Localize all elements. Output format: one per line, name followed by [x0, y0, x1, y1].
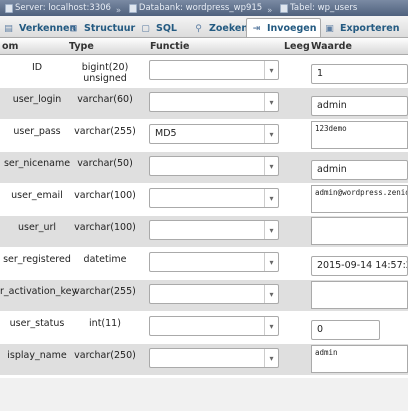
- chevron-down-icon[interactable]: ▾: [264, 349, 278, 367]
- breadcrumb: Server: localhost:3306 » Databank: wordp…: [0, 0, 408, 16]
- column-header-value: Waarde: [311, 41, 352, 52]
- field-type: varchar(255): [74, 126, 136, 137]
- field-type: datetime: [83, 254, 127, 265]
- tab-label[interactable]: Invoegen: [267, 23, 316, 34]
- browse-icon: ▤: [4, 23, 13, 34]
- structure-icon: ⊞: [69, 23, 78, 34]
- table-row: user_url varchar(100) ▾: [0, 216, 408, 248]
- insert-icon: ⇥: [252, 23, 261, 34]
- tab-bar: ▤ Verkennen ⊞ Structuur ▢ SQL ⚲ Zoeken ⇥…: [0, 16, 408, 38]
- chevron-down-icon[interactable]: ▾: [264, 285, 278, 303]
- function-select[interactable]: ▾: [149, 156, 279, 176]
- field-type: varchar(100): [74, 190, 136, 201]
- search-icon: ⚲: [195, 23, 202, 34]
- function-select[interactable]: ▾: [149, 220, 279, 240]
- table-row: ID bigint(20) unsigned ▾ 1: [0, 56, 408, 88]
- field-type: varchar(60): [77, 94, 133, 105]
- sql-icon: ▢: [141, 23, 150, 34]
- breadcrumb-separator: »: [115, 5, 122, 16]
- tab-label[interactable]: Exporteren: [340, 23, 400, 34]
- breadcrumb-table-label[interactable]: Tabel: wp_users: [290, 3, 357, 13]
- breadcrumb-separator: »: [267, 5, 273, 16]
- table-row: ser_nicename varchar(50) ▾ admin: [0, 152, 408, 184]
- field-type: int(11): [89, 318, 121, 329]
- chevron-down-icon[interactable]: ▾: [264, 61, 278, 79]
- table-icon: [280, 3, 289, 13]
- tab-sql[interactable]: ▢ SQL: [135, 18, 182, 37]
- tab-invoegen[interactable]: ⇥ Invoegen: [246, 18, 322, 37]
- value-input[interactable]: 0: [311, 320, 380, 340]
- function-select[interactable]: ▾: [149, 92, 279, 112]
- value-input[interactable]: admin: [311, 160, 408, 180]
- function-select[interactable]: ▾: [149, 284, 279, 304]
- table-row: user_status int(11) ▾ 0: [0, 312, 408, 344]
- column-header-name: om: [2, 41, 19, 52]
- value-textarea[interactable]: [311, 281, 408, 309]
- value-textarea[interactable]: [311, 217, 408, 245]
- value-textarea[interactable]: admin: [311, 345, 408, 373]
- value-input[interactable]: 2015-09-14 14:57:29: [311, 256, 408, 276]
- function-select[interactable]: ▾: [149, 60, 279, 80]
- chevron-down-icon[interactable]: ▾: [264, 125, 278, 143]
- function-select-value[interactable]: MD5: [155, 128, 177, 139]
- field-type: varchar(50): [77, 158, 133, 169]
- server-icon: [5, 3, 13, 13]
- column-header-type: Type: [69, 41, 94, 52]
- breadcrumb-database[interactable]: Databank: wordpress_wp915: [126, 0, 262, 16]
- value-input[interactable]: 1: [311, 64, 408, 84]
- function-select[interactable]: ▾: [149, 348, 279, 368]
- tab-label[interactable]: SQL: [156, 23, 177, 34]
- database-icon: [128, 3, 137, 13]
- table-header: om Type Functie Leeg Waarde: [0, 38, 408, 55]
- breadcrumb-server-label[interactable]: Server: localhost:3306: [15, 3, 111, 13]
- export-icon: ▣: [325, 23, 334, 34]
- field-type: varchar(100): [74, 222, 136, 233]
- chevron-down-icon[interactable]: ▾: [264, 93, 278, 111]
- column-header-function: Functie: [150, 41, 190, 52]
- breadcrumb-database-label[interactable]: Databank: wordpress_wp915: [139, 3, 262, 13]
- chevron-down-icon[interactable]: ▾: [264, 221, 278, 239]
- column-header-null: Leeg: [284, 41, 310, 52]
- chevron-down-icon[interactable]: ▾: [264, 317, 278, 335]
- function-select[interactable]: ▾: [149, 316, 279, 336]
- value-textarea[interactable]: 123demo: [311, 121, 408, 149]
- function-select[interactable]: ▾: [149, 252, 279, 272]
- tab-structuur[interactable]: ⊞ Structuur: [63, 18, 140, 37]
- table-row: ser_registered datetime ▾ 2015-09-14 14:57:…: [0, 248, 408, 280]
- value-textarea[interactable]: admin@wordpress.zenid.: [311, 185, 408, 213]
- function-select[interactable]: ▾: [149, 188, 279, 208]
- tab-label[interactable]: Zoeken: [209, 23, 248, 34]
- table-row: user_email varchar(100) ▾ admin@wordpress.z…: [0, 184, 408, 216]
- breadcrumb-server[interactable]: Server: localhost:3306: [2, 0, 111, 16]
- table-row: user_pass varchar(255) MD5 ▾ 123demo: [0, 120, 408, 152]
- form-footer: [0, 378, 408, 411]
- tab-exporteren[interactable]: ▣ Exporteren: [319, 18, 405, 37]
- chevron-down-icon[interactable]: ▾: [264, 157, 278, 175]
- function-select[interactable]: MD5 ▾: [149, 124, 279, 144]
- chevron-down-icon[interactable]: ▾: [264, 253, 278, 271]
- value-input[interactable]: admin: [311, 96, 408, 116]
- field-type: varchar(255): [74, 286, 136, 297]
- tab-zoeken[interactable]: ⚲ Zoeken: [188, 18, 253, 37]
- chevron-down-icon[interactable]: ▾: [264, 189, 278, 207]
- tab-label[interactable]: Structuur: [84, 23, 135, 34]
- table-row: r_activation_key varchar(255) ▾: [0, 280, 408, 312]
- table-row: isplay_name varchar(250) ▾ admin: [0, 344, 408, 376]
- table-row: user_login varchar(60) ▾ admin: [0, 88, 408, 120]
- field-type: bigint(20) unsigned: [81, 62, 129, 84]
- field-type: varchar(250): [74, 350, 136, 361]
- breadcrumb-table[interactable]: Tabel: wp_users: [277, 0, 357, 16]
